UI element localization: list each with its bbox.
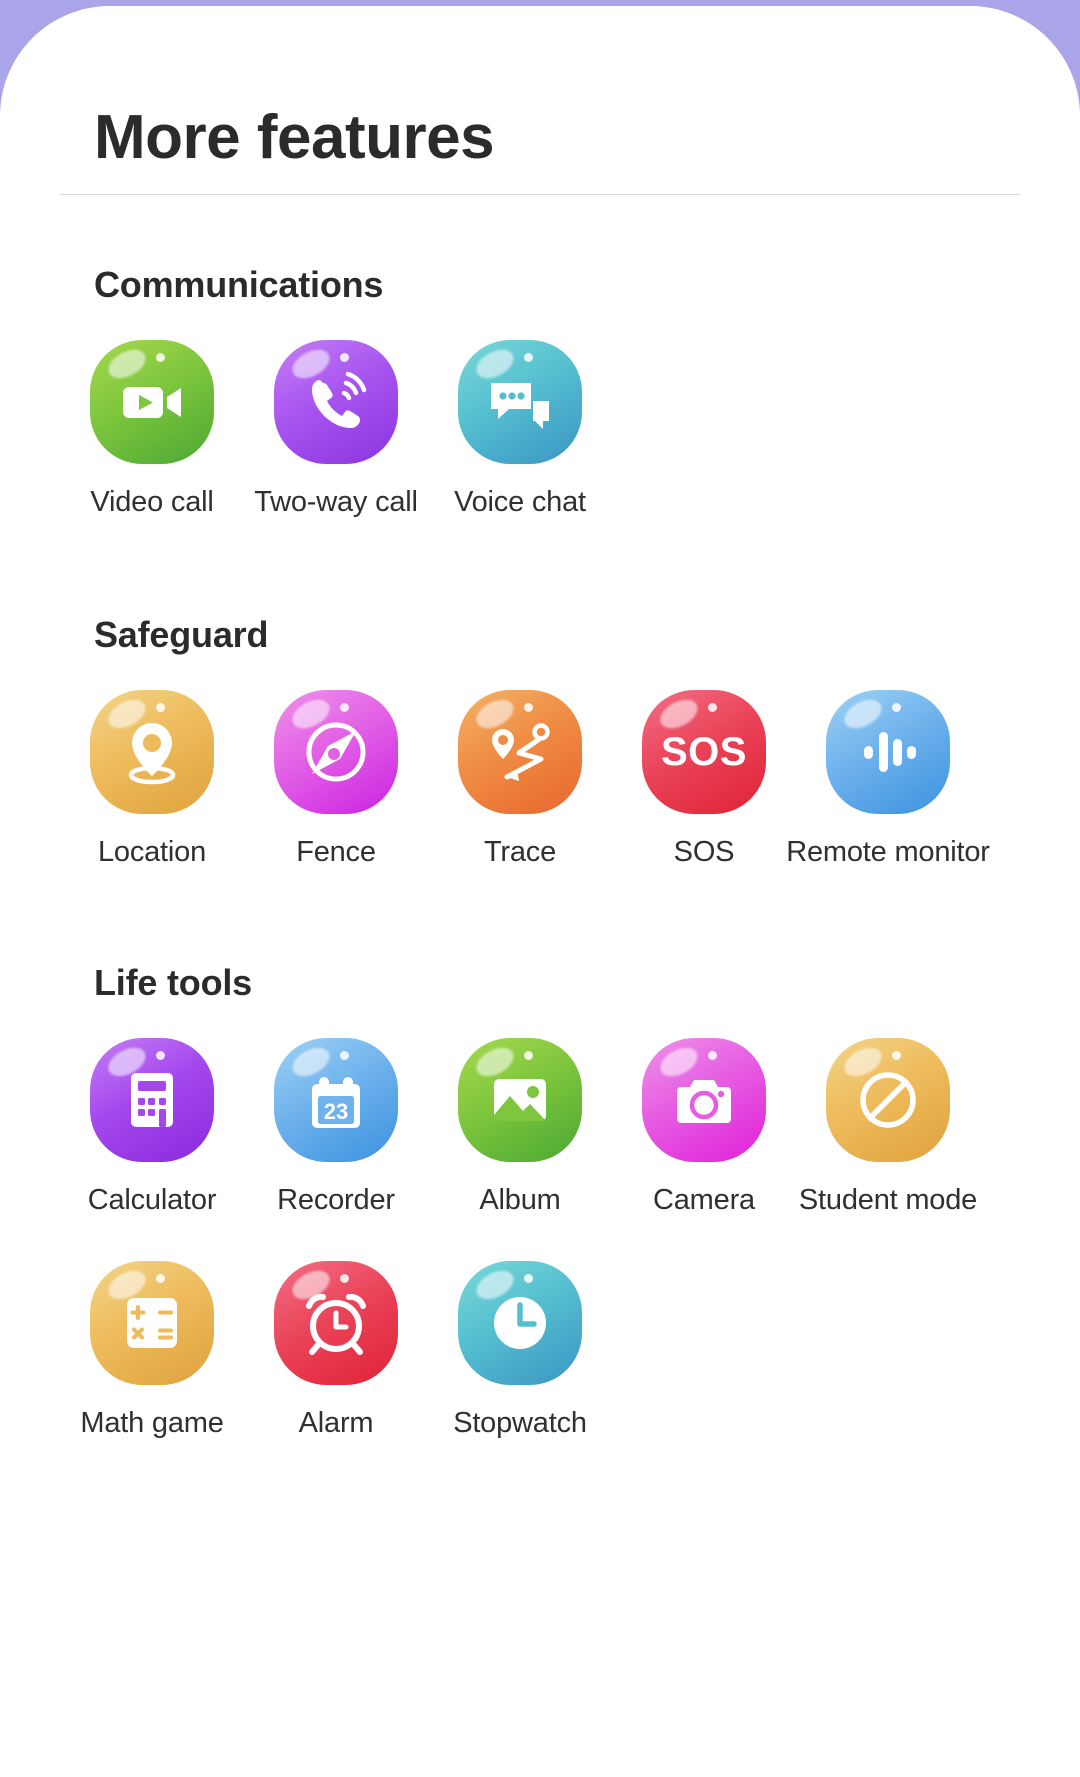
remote-monitor-tile[interactable] (826, 690, 950, 814)
section-communications: Communications Video call Two-way call V… (0, 264, 1080, 563)
app-math-game[interactable]: Math game (60, 1261, 244, 1440)
app-label: Video call (90, 486, 214, 518)
app-student-mode[interactable]: Student mode (796, 1038, 980, 1217)
album-tile[interactable] (458, 1038, 582, 1162)
app-fence[interactable]: Fence (244, 690, 428, 869)
app-camera[interactable]: Camera (612, 1038, 796, 1217)
math-game-tile[interactable] (90, 1261, 214, 1385)
page-title: More features (94, 103, 495, 172)
app-voice-chat[interactable]: Voice chat (428, 340, 612, 519)
alarm-tile[interactable] (274, 1261, 398, 1385)
app-remote-monitor[interactable]: Remote monitor (786, 690, 990, 869)
student-mode-tile[interactable] (826, 1038, 950, 1162)
app-stopwatch[interactable]: Stopwatch (428, 1261, 612, 1440)
clock-icon (494, 1297, 546, 1349)
app-label: Student mode (798, 1184, 978, 1216)
app-label: Calculator (87, 1184, 217, 1216)
app-label: Remote monitor (786, 836, 990, 868)
app-label: Stopwatch (453, 1407, 587, 1439)
app-video-call[interactable]: Video call (60, 340, 244, 519)
app-label: SOS (673, 836, 735, 868)
sos-text-icon: SOS (661, 729, 747, 774)
app-label: Alarm (298, 1407, 374, 1439)
video-call-tile[interactable] (90, 340, 214, 464)
app-trace[interactable]: Trace (428, 690, 612, 869)
voice-chat-tile[interactable] (458, 340, 582, 464)
section-title-life-tools: Life tools (94, 962, 252, 1003)
app-label: Trace (483, 836, 557, 868)
app-alarm[interactable]: Alarm (244, 1261, 428, 1440)
waveform-icon (864, 732, 916, 772)
fence-tile[interactable] (274, 690, 398, 814)
app-grid-life-tools: Calculator 23 Recorder Album Camera Stud… (0, 1038, 1080, 1484)
title-divider (60, 194, 1020, 195)
map-pin-icon (128, 723, 176, 785)
calculator-tile[interactable] (90, 1038, 214, 1162)
section-title-safeguard: Safeguard (94, 614, 269, 655)
sos-tile[interactable]: SOS (642, 690, 766, 814)
app-album[interactable]: Album (428, 1038, 612, 1217)
app-recorder[interactable]: 23 Recorder (244, 1038, 428, 1217)
video-camera-icon (123, 387, 181, 418)
app-label: Location (97, 836, 207, 868)
calendar-day-number: 23 (324, 1099, 348, 1124)
app-location[interactable]: Location (60, 690, 244, 869)
route-trace-icon (492, 723, 550, 781)
section-title-communications: Communications (94, 264, 384, 305)
app-label: Recorder (277, 1184, 395, 1216)
photo-image-icon (494, 1079, 546, 1121)
chat-bubbles-icon (491, 383, 549, 429)
two-way-call-tile[interactable] (274, 340, 398, 464)
app-label: Math game (80, 1407, 224, 1439)
camera-icon (677, 1080, 731, 1123)
alarm-clock-icon (306, 1293, 366, 1355)
stopwatch-tile[interactable] (458, 1261, 582, 1385)
section-life-tools: Life tools Calculator 23 Recorder Album … (0, 962, 1080, 1484)
calendar-23-icon: 23 (312, 1077, 360, 1128)
calculator-icon (131, 1073, 173, 1127)
app-label: Camera (653, 1184, 755, 1216)
app-two-way-call[interactable]: Two-way call (244, 340, 428, 519)
prohibition-icon (860, 1072, 916, 1128)
content-card: More features Communications Video call (0, 6, 1080, 1777)
section-safeguard: Safeguard Location Fence Trace SOS SOS R… (0, 614, 1080, 913)
app-calculator[interactable]: Calculator (60, 1038, 244, 1217)
app-label: Two-way call (254, 486, 418, 518)
location-tile[interactable] (90, 690, 214, 814)
trace-tile[interactable] (458, 690, 582, 814)
app-grid-safeguard: Location Fence Trace SOS SOS Remote moni… (0, 690, 1080, 913)
app-label: Fence (296, 836, 376, 868)
camera-tile[interactable] (642, 1038, 766, 1162)
compass-icon (306, 722, 366, 782)
app-label: Album (479, 1184, 561, 1216)
app-label: Voice chat (454, 486, 586, 518)
recorder-tile[interactable]: 23 (274, 1038, 398, 1162)
math-keypad-icon (127, 1298, 177, 1348)
app-sos[interactable]: SOS SOS (612, 690, 796, 869)
app-grid-communications: Video call Two-way call Voice chat (0, 340, 1080, 563)
phone-call-icon (312, 371, 367, 428)
